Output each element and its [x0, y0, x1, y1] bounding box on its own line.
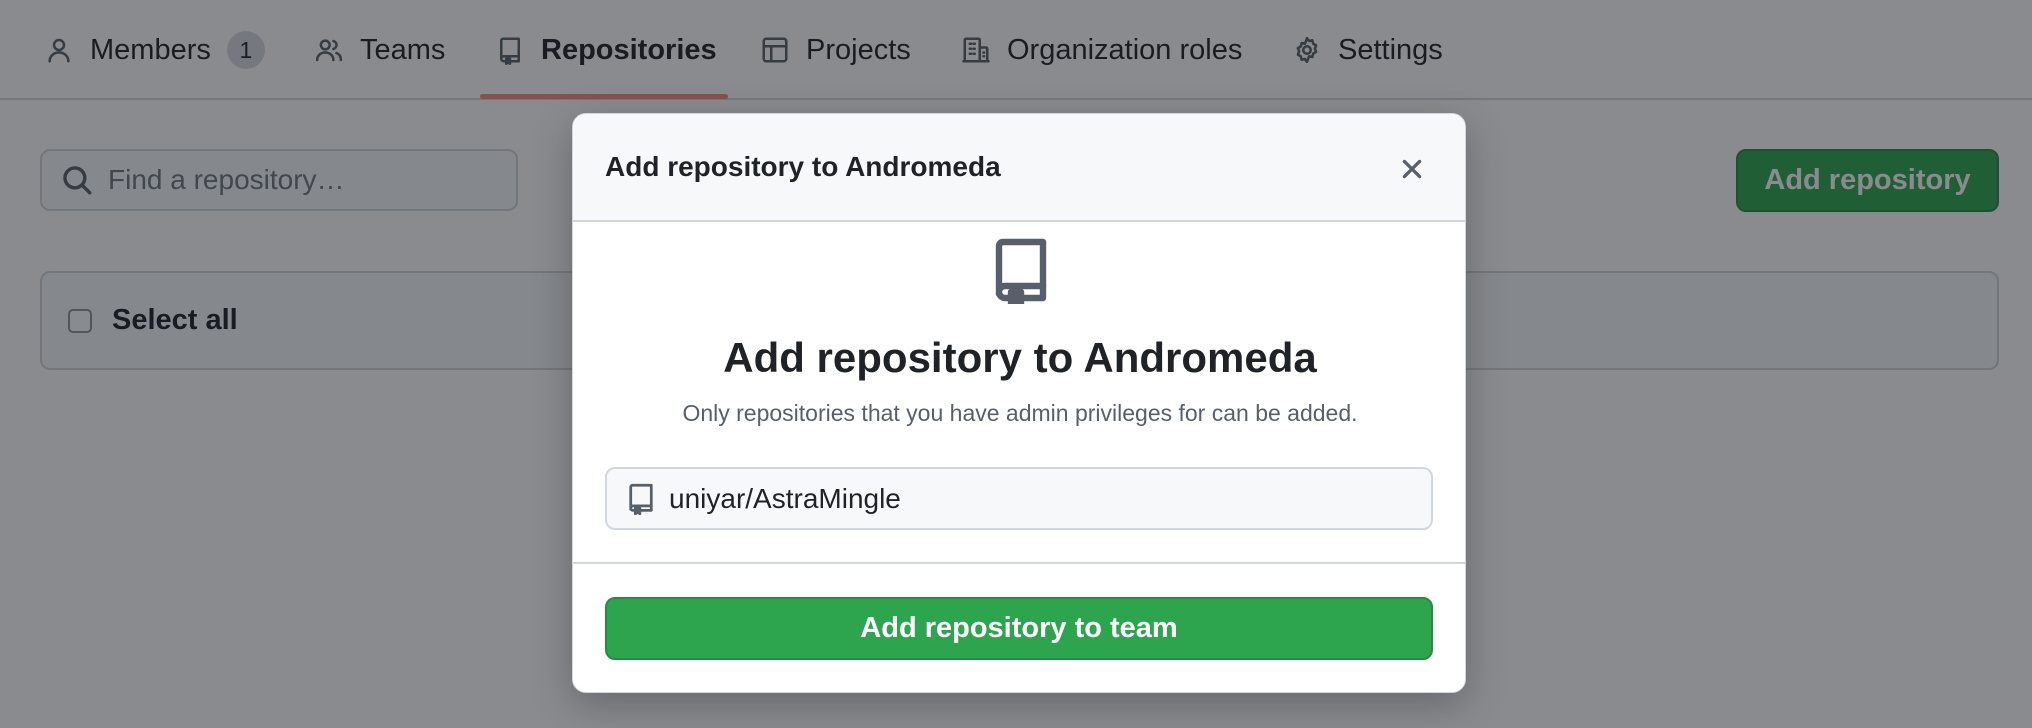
- repository-input[interactable]: [669, 482, 1409, 515]
- repo-icon: [995, 238, 1047, 308]
- close-dialog-button[interactable]: [1397, 154, 1427, 184]
- add-repository-dialog: Add repository to Andromeda Add reposito…: [572, 113, 1466, 693]
- team-name: Andromeda: [1083, 334, 1317, 381]
- repo-illustration: [993, 238, 1049, 308]
- dialog-subtitle: Only repositories that you have admin pr…: [682, 400, 1358, 426]
- dialog-title: Add repository to Andromeda: [573, 334, 1465, 382]
- repository-input-field: [605, 467, 1433, 530]
- dialog-title-prefix: Add repository to: [723, 334, 1084, 381]
- close-icon: [1402, 159, 1422, 179]
- dialog-header: Add repository to Andromeda: [573, 114, 1465, 222]
- repo-icon: [629, 483, 653, 515]
- dialog-divider: [573, 562, 1465, 564]
- add-repository-to-team-button[interactable]: Add repository to team: [605, 597, 1433, 660]
- dialog-header-title: Add repository to Andromeda: [605, 151, 1001, 182]
